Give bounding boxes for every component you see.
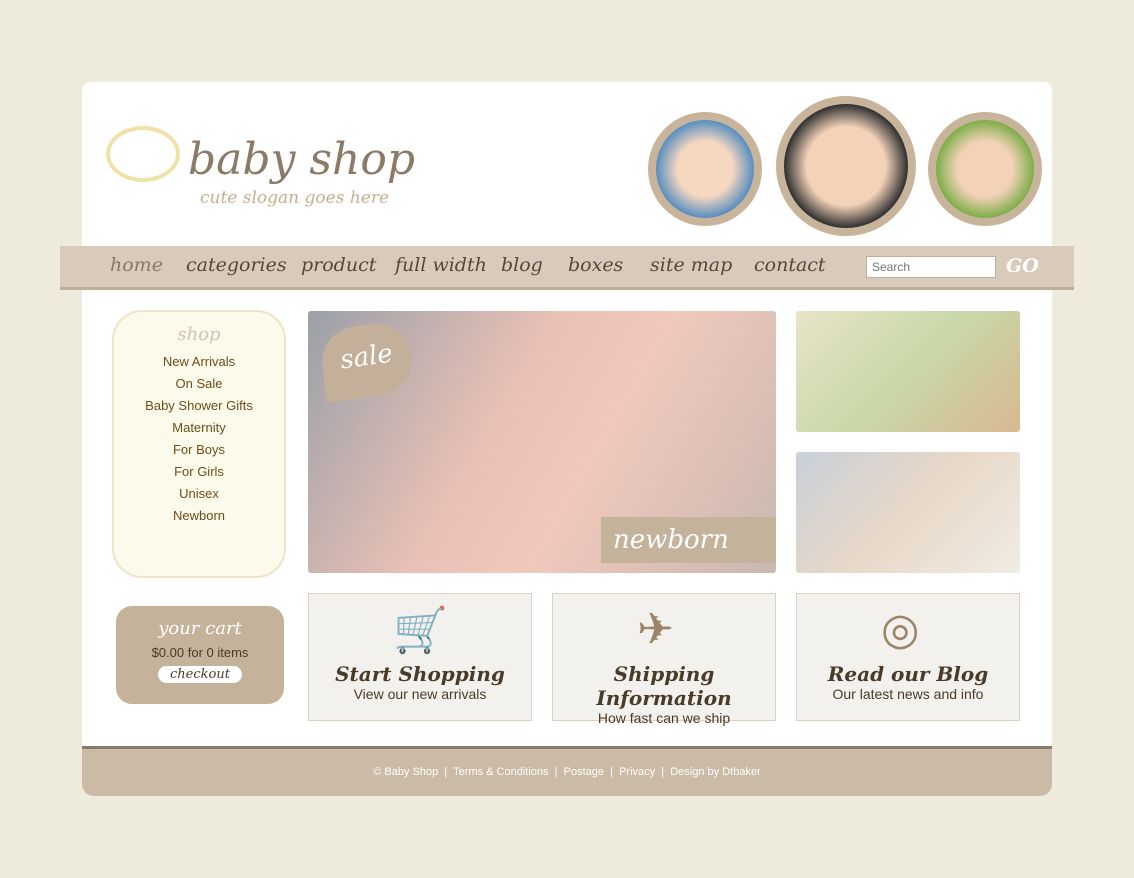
nav-boxes[interactable]: boxes [568, 254, 623, 276]
start-shopping-box[interactable]: 🛒 Start Shopping View our new arrivals [308, 593, 532, 721]
box-title: Start Shopping [335, 662, 505, 686]
shop-title: shop [177, 324, 221, 345]
footer-link-design[interactable]: Design by Dtbaker [670, 766, 761, 778]
cart-widget: your cart $0.00 for 0 items checkout [116, 606, 284, 704]
cart-summary: $0.00 for 0 items [151, 645, 249, 660]
footer-link-terms[interactable]: Terms & Conditions [453, 766, 548, 778]
baby-face-logo-icon [106, 126, 180, 182]
box-subtitle: Our latest news and info [832, 686, 984, 702]
shop-item-maternity[interactable]: Maternity [114, 417, 284, 439]
box-subtitle: How fast can we ship [597, 710, 731, 726]
search-input[interactable] [866, 256, 996, 278]
footer: © Baby Shop | Terms & Conditions | Posta… [82, 746, 1052, 796]
shop-item-unisex[interactable]: Unisex [114, 483, 284, 505]
go-button[interactable]: GO [1006, 255, 1039, 277]
nav-home[interactable]: home [110, 254, 163, 276]
nav-full-width[interactable]: full width [395, 254, 487, 276]
cart-icon: 🛒 [393, 606, 448, 655]
baby-photo-2 [776, 96, 916, 236]
hero-caption: newborn [601, 517, 776, 563]
shop-item-for-girls[interactable]: For Girls [114, 461, 284, 483]
nav-blog[interactable]: blog [501, 254, 543, 276]
blankets-photo[interactable] [796, 311, 1020, 432]
hero-banner[interactable]: sale newborn [308, 311, 776, 573]
read-blog-box[interactable]: ◎ Read our Blog Our latest news and info [796, 593, 1020, 721]
newborn-photo[interactable] [796, 452, 1020, 573]
footer-link-privacy[interactable]: Privacy [619, 766, 655, 778]
sale-heart-badge: sale [317, 319, 417, 403]
site-slogan: cute slogan goes here [200, 188, 390, 208]
shipping-info-box[interactable]: ✈ Shipping Information How fast can we s… [552, 593, 776, 726]
baby-photo-3 [928, 112, 1042, 226]
cart-title: your cart [158, 618, 242, 639]
footer-copyright: © Baby Shop [373, 766, 439, 778]
box-title: Shipping Information [596, 662, 732, 710]
pacifier-icon: ◎ [881, 605, 920, 654]
shop-item-baby-shower-gifts[interactable]: Baby Shower Gifts [114, 395, 284, 417]
stork-icon: ✈ [637, 605, 674, 654]
nav-contact[interactable]: contact [754, 254, 826, 276]
nav-categories[interactable]: categories [186, 254, 287, 276]
shop-item-on-sale[interactable]: On Sale [114, 373, 284, 395]
nav-site-map[interactable]: site map [650, 254, 732, 276]
site-title[interactable]: baby shop [188, 134, 415, 185]
box-title: Read our Blog [827, 662, 989, 686]
shop-item-newborn[interactable]: Newborn [114, 505, 284, 527]
shop-item-for-boys[interactable]: For Boys [114, 439, 284, 461]
footer-link-postage[interactable]: Postage [564, 766, 604, 778]
main-nav: home categories product full width blog … [60, 246, 1074, 290]
box-subtitle: View our new arrivals [353, 686, 487, 702]
shop-menu: shop New Arrivals On Sale Baby Shower Gi… [112, 310, 286, 578]
shop-item-new-arrivals[interactable]: New Arrivals [114, 351, 284, 373]
checkout-button[interactable]: checkout [158, 666, 242, 683]
nav-product[interactable]: product [301, 254, 376, 276]
baby-photo-1 [648, 112, 762, 226]
